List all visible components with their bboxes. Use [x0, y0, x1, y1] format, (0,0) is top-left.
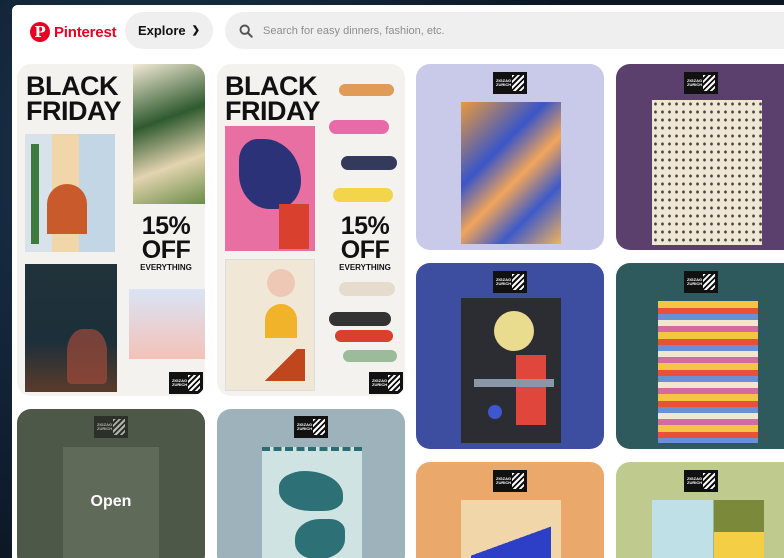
top-bar: P Pinterest Explore ❯	[12, 5, 784, 57]
open-button[interactable]: Open	[17, 493, 205, 511]
promo-title: BLACK FRIDAY	[225, 71, 321, 126]
brand-text: ZIGZAG ZURICH	[687, 476, 703, 485]
browser-window: P Pinterest Explore ❯ BLACK FRIDAY 15%	[12, 5, 784, 558]
zigzag-icon	[388, 375, 400, 391]
botanical-curtain-image	[133, 64, 205, 204]
rug-orange-circle	[267, 269, 295, 297]
brand-tag: ZIGZAG ZURICH	[493, 271, 527, 293]
brand-text: ZIGZAG ZURICH	[687, 277, 703, 286]
brand-tag: ZIGZAG ZURICH	[94, 416, 128, 438]
brand-tag: ZIGZAG ZURICH	[493, 470, 527, 492]
rug-yellow-arch	[265, 304, 297, 338]
explore-button[interactable]: Explore ❯	[125, 12, 213, 49]
brand-text: ZIGZAG ZURICH	[496, 476, 512, 485]
floral-accent	[67, 329, 107, 384]
blanket-red-shape	[279, 204, 309, 249]
explore-label: Explore	[137, 23, 186, 38]
zigzag-icon	[703, 274, 715, 290]
brand-text: ZIGZAG ZURICH	[97, 422, 113, 431]
blanket-red-bar	[516, 355, 546, 425]
promo-offer: 15% OFF EVERYTHING	[140, 212, 192, 273]
brand-tag: ZIGZAG ZURICH	[169, 372, 203, 394]
search-icon	[239, 24, 253, 38]
pin-black-friday-2[interactable]: BLACK FRIDAY 15% OFF EVERYTHING ZIGZAG Z…	[217, 64, 405, 396]
abstract-orange-blue-blanket	[461, 102, 561, 244]
rug-stair-shape	[257, 349, 305, 381]
pin-hovered[interactable]: ZIGZAG ZURICH Open	[17, 409, 205, 558]
brand-text: ZIGZAG ZURICH	[372, 378, 388, 387]
brand-text: ZIGZAG ZURICH	[687, 78, 703, 87]
pin-black-friday-1[interactable]: BLACK FRIDAY 15% OFF EVERYTHING ZIGZAG ZU…	[17, 64, 205, 396]
blanket-grey-bar	[474, 379, 554, 387]
pin-horse-blanket[interactable]: ZIGZAG ZURICH	[217, 409, 405, 558]
brand-tag: ZIGZAG ZURICH	[493, 72, 527, 94]
pin-purple-blanket[interactable]: ZIGZAG ZURICH	[616, 64, 784, 250]
blanket-blue-dot	[488, 405, 502, 419]
zigzag-icon	[113, 419, 125, 435]
striped-blanket	[658, 301, 758, 443]
logo-text: Pinterest	[54, 23, 117, 41]
pool-towel-image	[129, 289, 205, 359]
curtain-stripe	[31, 144, 39, 244]
brand-tag: ZIGZAG ZURICH	[684, 72, 718, 94]
pin-navy-blanket[interactable]: ZIGZAG ZURICH	[416, 263, 604, 449]
zigzag-icon	[703, 75, 715, 91]
curtain-pattern	[47, 184, 87, 234]
zigzag-icon	[313, 419, 325, 435]
zigzag-icon	[512, 473, 524, 489]
pin-teal-blanket[interactable]: ZIGZAG ZURICH	[616, 263, 784, 449]
pinterest-logo-icon: P	[30, 22, 50, 42]
blanket-yellow-block	[714, 532, 764, 558]
brand-tag: ZIGZAG ZURICH	[369, 372, 403, 394]
zigzag-icon	[188, 375, 200, 391]
chevron-down-icon: ❯	[191, 25, 201, 36]
search-input[interactable]	[261, 23, 765, 38]
promo-title: BLACK FRIDAY	[26, 71, 122, 126]
brand-tag: ZIGZAG ZURICH	[684, 271, 718, 293]
zigzag-icon	[512, 274, 524, 290]
search-bar[interactable]	[225, 12, 784, 49]
blanket-blue-wedge	[471, 524, 551, 558]
pin-orange-blanket[interactable]: ZIGZAG ZURICH	[416, 462, 604, 558]
zigzag-icon	[703, 473, 715, 489]
brand-tag: ZIGZAG ZURICH	[294, 416, 328, 438]
rider-figure	[295, 519, 345, 558]
rolled-towels-image	[329, 84, 399, 214]
pinterest-logo[interactable]: P Pinterest	[30, 20, 117, 44]
blanket-yellow-circle	[494, 311, 534, 351]
brand-text: ZIGZAG ZURICH	[172, 378, 188, 387]
dotted-cream-blanket	[652, 100, 762, 245]
zigzag-icon	[512, 75, 524, 91]
pin-green-blanket[interactable]: ZIGZAG ZURICH	[616, 462, 784, 558]
brand-tag: ZIGZAG ZURICH	[684, 470, 718, 492]
brand-text: ZIGZAG ZURICH	[496, 78, 512, 87]
promo-offer: 15% OFF EVERYTHING	[339, 212, 391, 273]
towel-stack-image	[329, 282, 401, 367]
brand-text: ZIGZAG ZURICH	[297, 422, 313, 431]
pin-lavender-blanket[interactable]: ZIGZAG ZURICH	[416, 64, 604, 250]
brand-text: ZIGZAG ZURICH	[496, 277, 512, 286]
